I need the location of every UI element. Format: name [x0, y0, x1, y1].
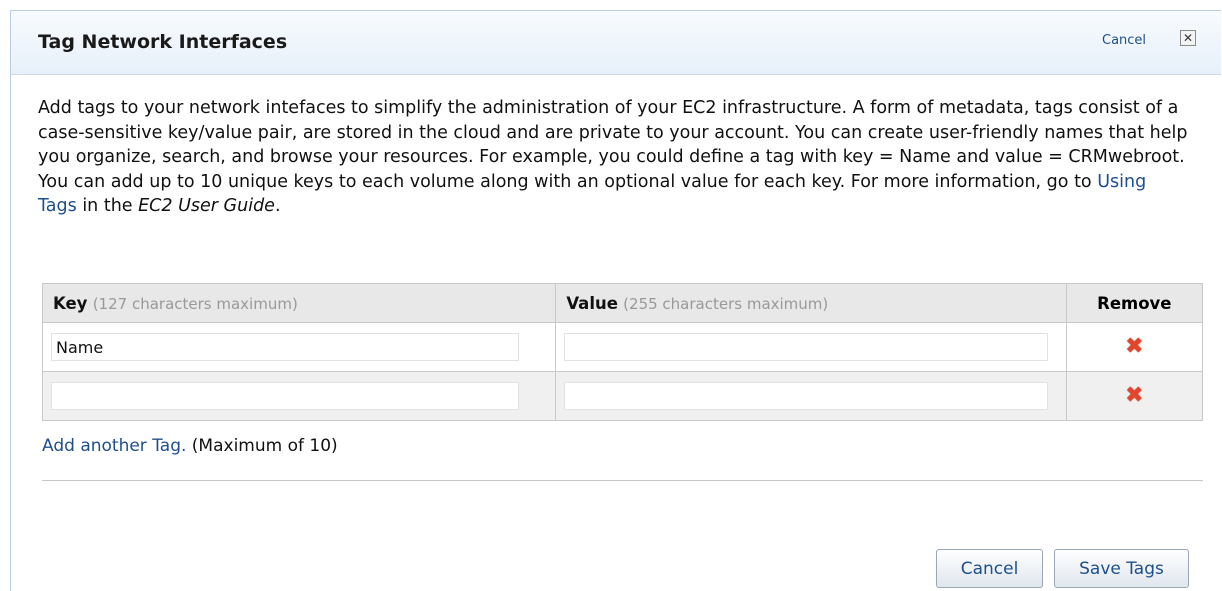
add-another-tag-link[interactable]: Add another Tag.: [42, 436, 186, 456]
save-tags-button[interactable]: Save Tags: [1054, 549, 1189, 588]
max-tags-note: (Maximum of 10): [186, 436, 338, 456]
remove-x-icon[interactable]: ✖: [1125, 336, 1143, 358]
table-row: ✖: [41, 322, 1204, 372]
user-guide-title: EC2 User Guide: [138, 196, 275, 216]
value-input[interactable]: [564, 382, 1049, 410]
table-row: ✖: [41, 371, 1204, 421]
description-text: Add tags to your network intefaces to si…: [38, 98, 1188, 216]
remove-x-icon[interactable]: ✖: [1125, 385, 1143, 407]
table-header-row: Key (127 characters maximum) Value (255 …: [41, 283, 1204, 323]
key-input[interactable]: [51, 333, 519, 361]
tags-table: Key (127 characters maximum) Value (255 …: [41, 283, 1204, 421]
header-cancel-link[interactable]: Cancel: [1102, 33, 1146, 48]
value-column-header: Value (255 characters maximum): [555, 283, 1067, 323]
tag-dialog: Tag Network Interfaces Cancel ✕ Add tags…: [10, 10, 1221, 591]
close-icon[interactable]: ✕: [1180, 30, 1196, 46]
cancel-button[interactable]: Cancel: [936, 549, 1043, 588]
dialog-header: Tag Network Interfaces Cancel ✕: [11, 11, 1221, 75]
dialog-title: Tag Network Interfaces: [38, 31, 288, 53]
key-column-header: Key (127 characters maximum): [41, 283, 557, 323]
value-input[interactable]: [564, 333, 1049, 361]
divider: [42, 480, 1203, 481]
remove-column-header: Remove: [1065, 283, 1204, 323]
add-tag-row: Add another Tag. (Maximum of 10): [42, 436, 338, 456]
key-input[interactable]: [51, 382, 519, 410]
